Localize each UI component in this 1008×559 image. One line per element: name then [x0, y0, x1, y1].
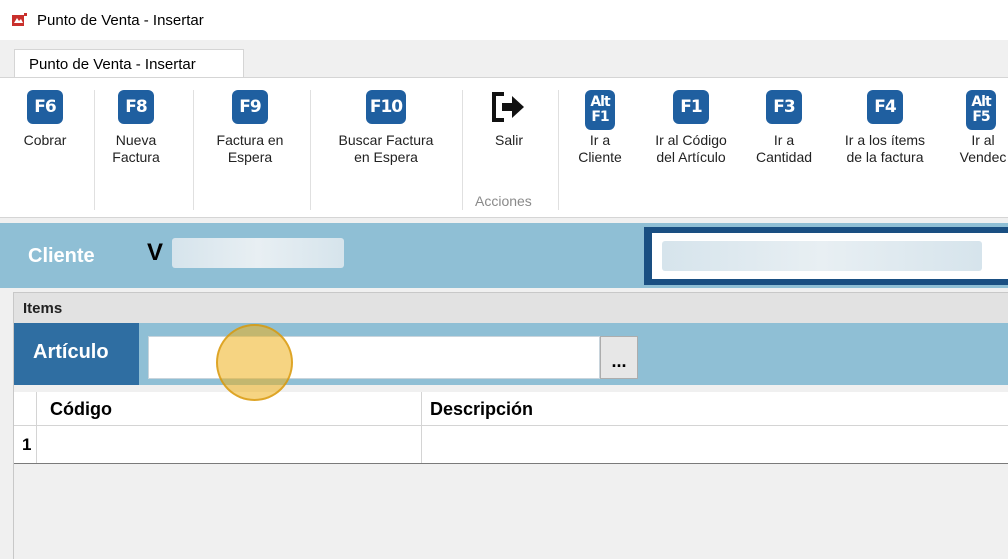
tab-punto-de-venta[interactable]: Punto de Venta - Insertar — [14, 49, 244, 79]
title-bar: Punto de Venta - Insertar — [0, 0, 1008, 40]
client-name: V — [147, 239, 164, 266]
ribbon-separator — [558, 90, 559, 210]
row-header-corner — [14, 392, 37, 425]
f6-key-icon: F6 — [27, 90, 63, 124]
factura-en-espera-button[interactable]: F9 Factura en Espera — [202, 90, 298, 166]
ir-al-vendedor-button[interactable]: Alt F5 Ir al Vendec — [950, 90, 1008, 166]
column-divider — [421, 392, 422, 425]
tab-strip: Punto de Venta - Insertar — [0, 40, 1008, 79]
items-panel: Items Artículo ... Código Descripción 1 — [13, 292, 1008, 559]
f10-key-icon: F10 — [366, 90, 406, 124]
cursor-highlight — [216, 324, 293, 401]
alt-f5-key-icon: Alt F5 — [966, 90, 996, 130]
client-search-box[interactable] — [644, 227, 1008, 285]
ir-a-items-label: Ir a los ítems de la factura — [844, 132, 926, 165]
acciones-group-label: Acciones — [475, 193, 532, 209]
f9-key-icon: F9 — [232, 90, 268, 124]
ir-a-cliente-label: Ir a Cliente — [578, 132, 622, 165]
client-field-redacted — [662, 241, 982, 271]
ir-al-codigo-button[interactable]: F1 Ir al Código del Artículo — [640, 90, 742, 166]
cobrar-label: Cobrar — [23, 132, 67, 148]
client-search-field[interactable] — [652, 233, 1008, 279]
ir-al-codigo-label: Ir al Código del Artículo — [655, 132, 727, 165]
ir-a-cantidad-label: Ir a Cantidad — [755, 132, 813, 165]
f1-key-icon: F1 — [673, 90, 709, 124]
ir-al-vendedor-label: Ir al Vendec — [959, 132, 1007, 165]
factura-en-espera-label: Factura en Espera — [216, 132, 284, 165]
f3-key-icon: F3 — [766, 90, 802, 124]
buscar-factura-button[interactable]: F10 Buscar Factura en Espera — [321, 90, 451, 166]
window-title: Punto de Venta - Insertar — [37, 11, 204, 29]
client-name-redacted — [172, 238, 344, 268]
ir-a-items-button[interactable]: F4 Ir a los ítems de la factura — [830, 90, 940, 166]
buscar-factura-label: Buscar Factura en Espera — [338, 132, 434, 165]
cobrar-button[interactable]: F6 Cobrar — [22, 90, 68, 149]
ribbon-separator — [94, 90, 95, 210]
column-header-descripcion[interactable]: Descripción — [430, 392, 533, 425]
exit-icon — [490, 90, 528, 124]
articulo-label: Artículo — [14, 323, 139, 385]
ir-a-cliente-button[interactable]: Alt F1 Ir a Cliente — [570, 90, 630, 166]
row-number: 1 — [14, 426, 37, 463]
articulo-browse-button[interactable]: ... — [600, 336, 638, 379]
f8-key-icon: F8 — [118, 90, 154, 124]
items-header: Items — [14, 293, 1008, 323]
nueva-factura-label: Nueva Factura — [112, 132, 160, 165]
articulo-bar: Artículo ... — [14, 323, 1008, 385]
ribbon-separator — [193, 90, 194, 210]
salir-label: Salir — [494, 132, 523, 148]
column-divider — [421, 426, 422, 463]
items-grid: Código Descripción 1 — [14, 392, 1008, 464]
ribbon: F6 Cobrar F8 Nueva Factura F9 Factura en… — [0, 77, 1008, 218]
column-header-codigo[interactable]: Código — [50, 392, 112, 425]
app-icon — [12, 13, 28, 27]
grid-header-row: Código Descripción — [14, 392, 1008, 426]
ribbon-separator — [462, 90, 463, 210]
client-label: Cliente — [28, 245, 95, 267]
nueva-factura-button[interactable]: F8 Nueva Factura — [106, 90, 166, 166]
ir-a-cantidad-button[interactable]: F3 Ir a Cantidad — [745, 90, 823, 166]
ribbon-separator — [310, 90, 311, 210]
salir-button[interactable]: Salir — [484, 90, 534, 149]
alt-f1-key-icon: Alt F1 — [585, 90, 615, 130]
table-row[interactable]: 1 — [14, 426, 1008, 464]
f4-key-icon: F4 — [867, 90, 903, 124]
